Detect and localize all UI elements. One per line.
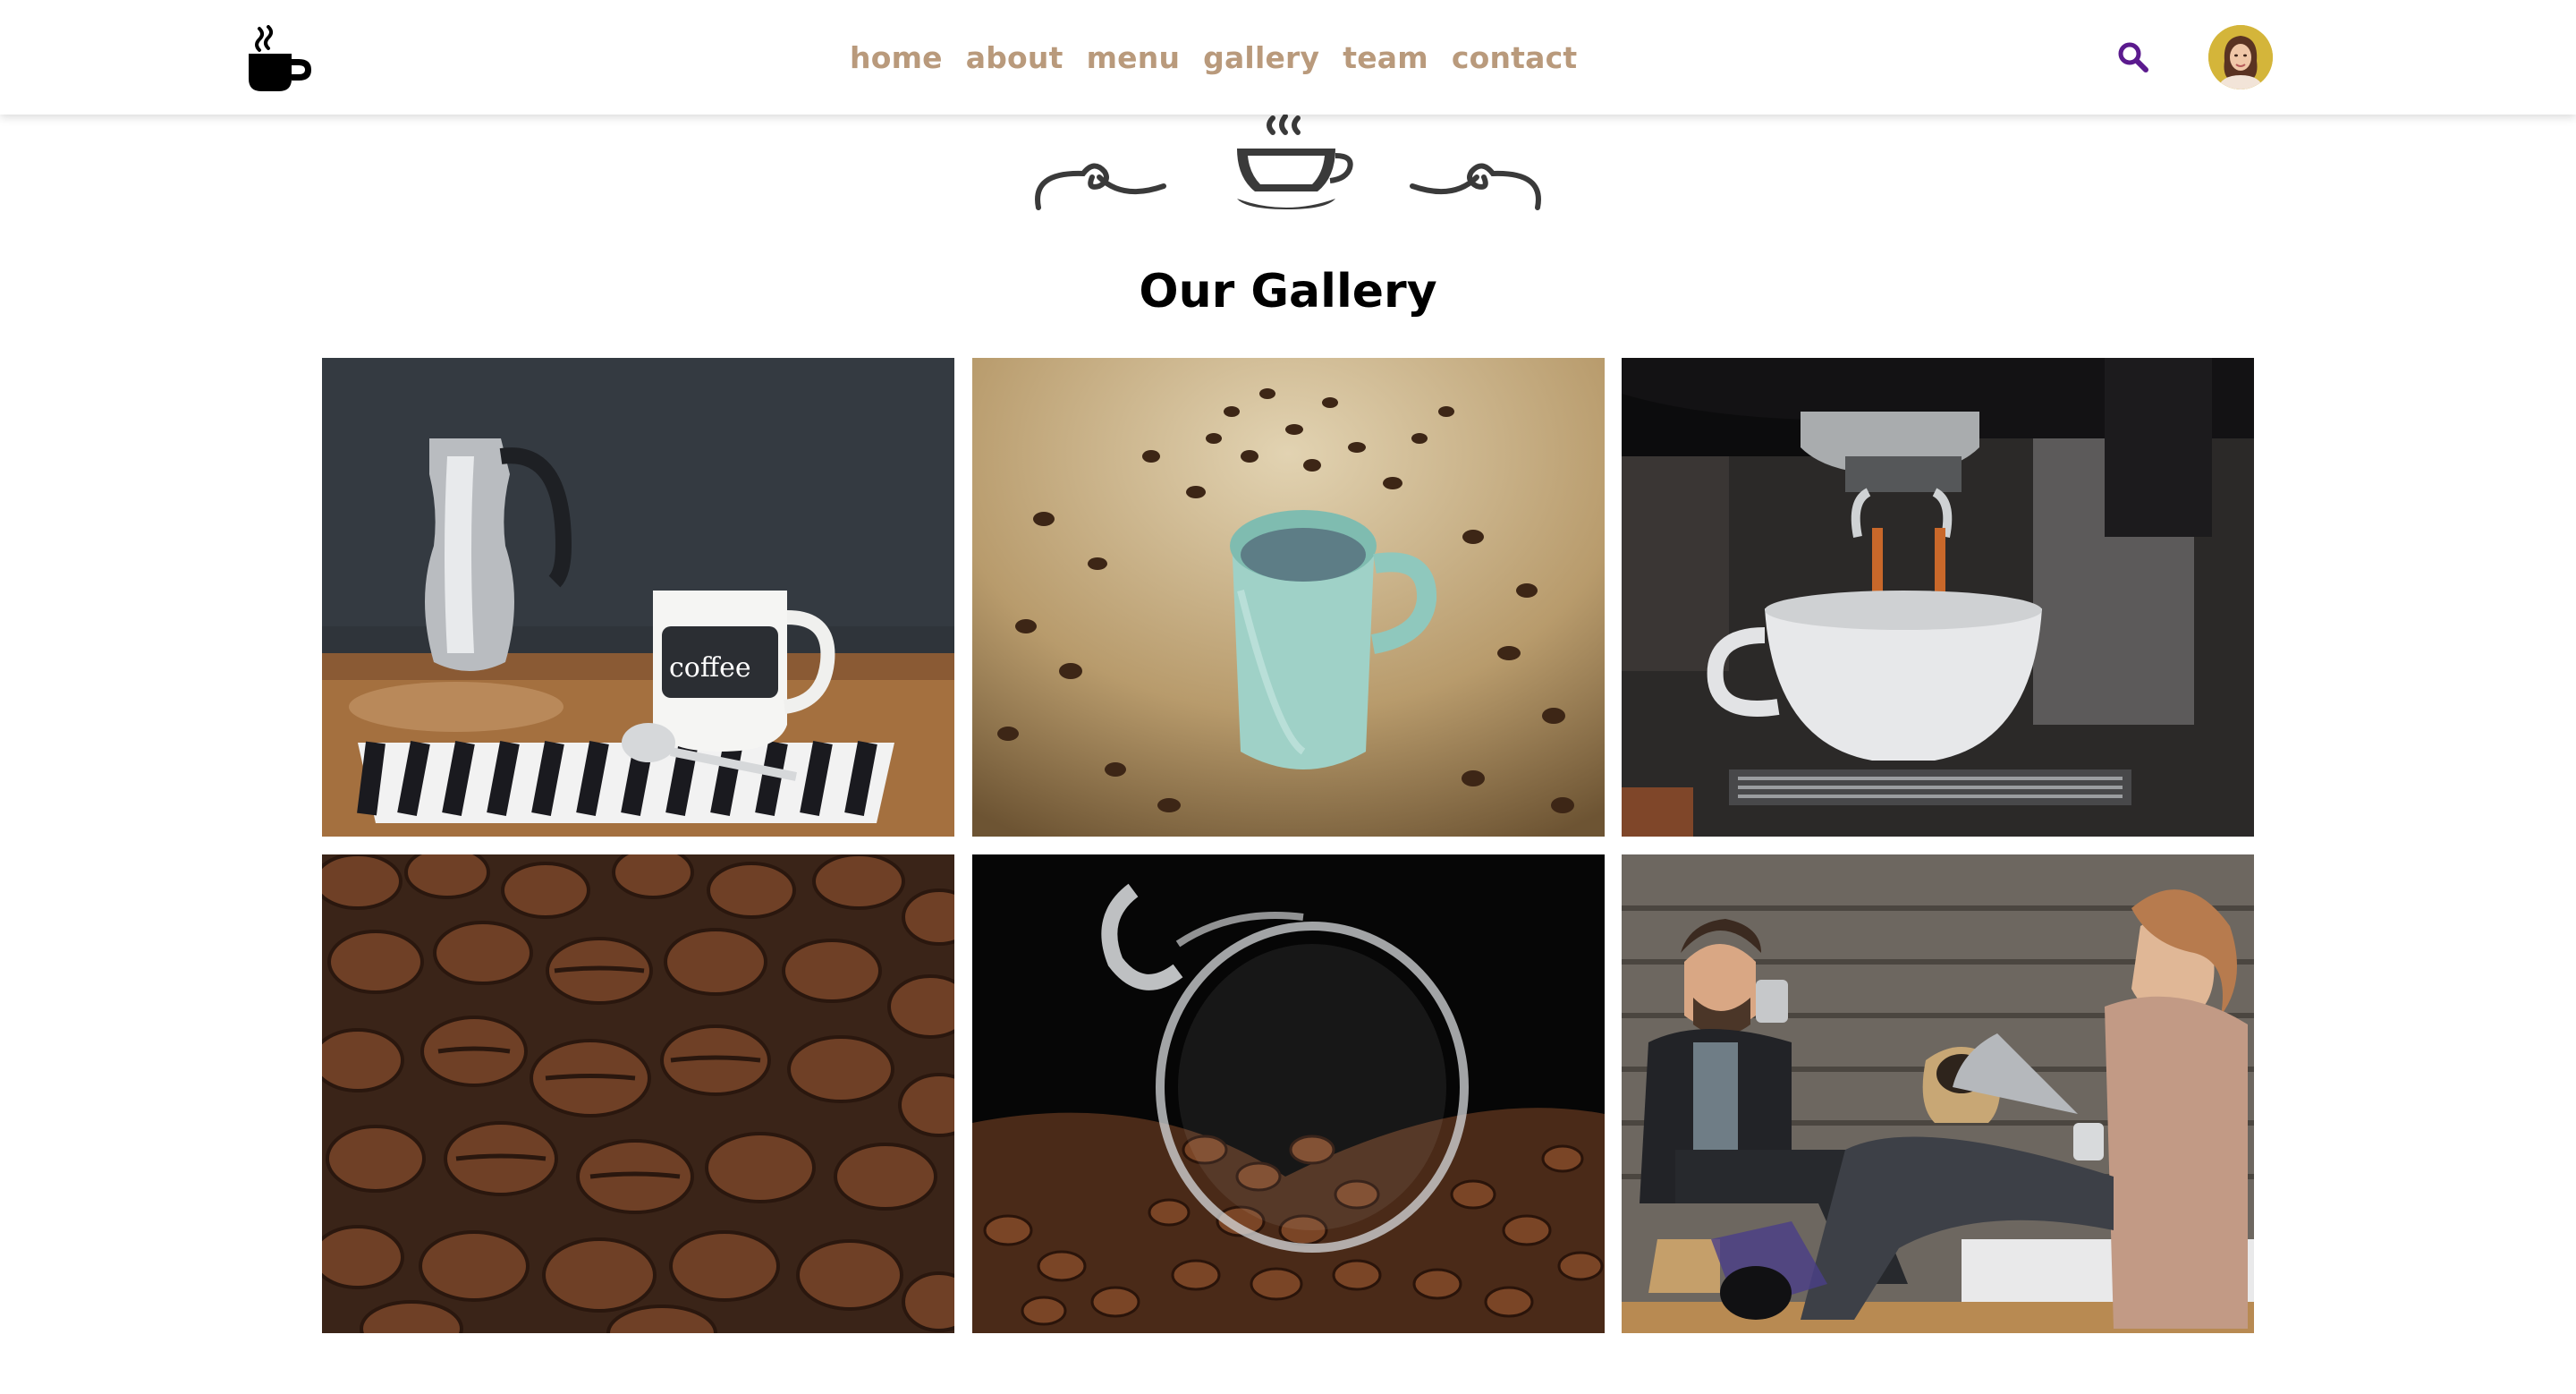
main-nav: home about menu gallery team contact xyxy=(850,0,1600,115)
coffee-cup-ornament-icon xyxy=(1035,114,1541,210)
gallery-title: Our Gallery xyxy=(1139,265,1437,319)
nav-home[interactable]: home xyxy=(850,40,943,75)
nav-about[interactable]: about xyxy=(966,40,1063,75)
coffee-mug-icon[interactable] xyxy=(247,25,315,93)
nav-team[interactable]: team xyxy=(1343,40,1428,75)
gallery-photo-couple-with-pug[interactable] xyxy=(1622,854,2254,1333)
gallery-photo-coffee-beans[interactable] xyxy=(322,854,954,1333)
nav-contact[interactable]: contact xyxy=(1452,40,1578,75)
mug-text: coffee xyxy=(669,652,751,684)
user-portrait-image xyxy=(2208,25,2273,89)
search-icon[interactable] xyxy=(2115,39,2151,75)
gallery-photo-espresso-machine[interactable] xyxy=(1622,358,2254,837)
avatar[interactable] xyxy=(2208,25,2273,89)
gallery-grid: coffee xyxy=(322,358,2254,1333)
gallery-photo-coffee-pot-mug[interactable]: coffee xyxy=(322,358,954,837)
nav-gallery[interactable]: gallery xyxy=(1203,40,1319,75)
gallery-photo-green-cup-beans[interactable] xyxy=(972,358,1605,837)
site-header: home about menu gallery team contact xyxy=(0,0,2576,115)
nav-menu[interactable]: menu xyxy=(1087,40,1181,75)
gallery-photo-glass-cup-beans[interactable] xyxy=(972,854,1605,1333)
